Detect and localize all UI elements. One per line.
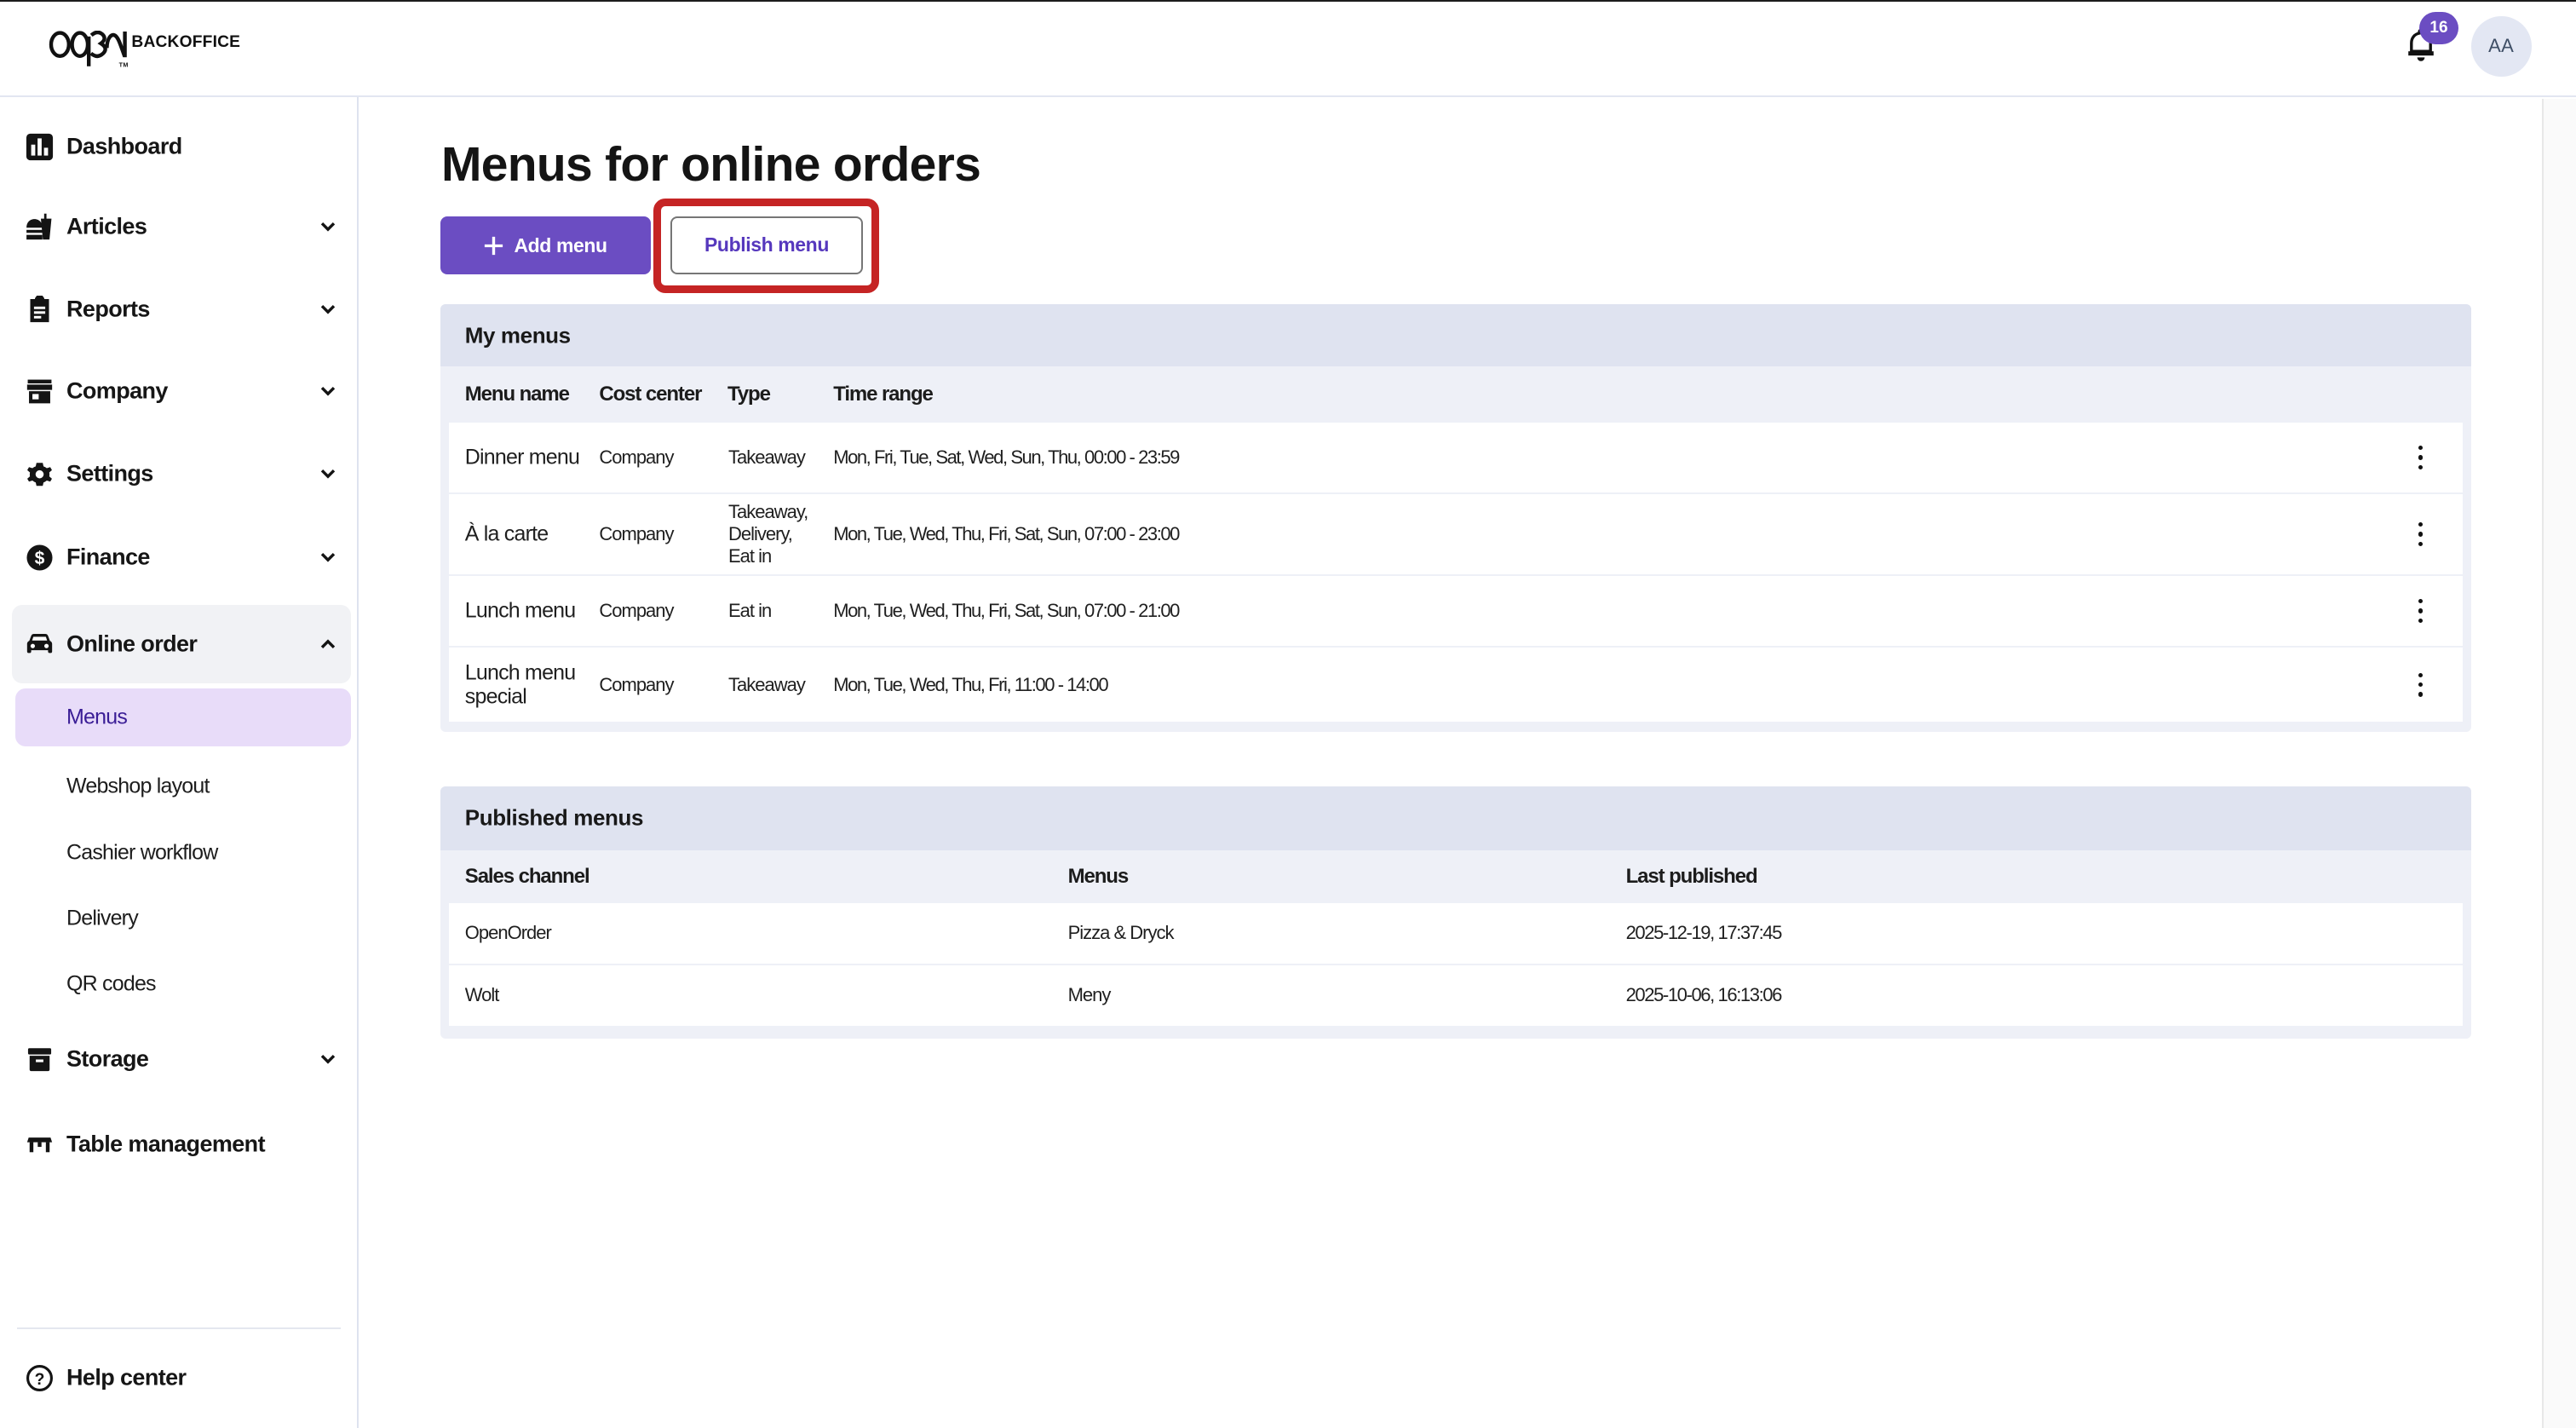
svg-text:TM: TM [119, 60, 129, 68]
svg-text:?: ? [35, 1370, 45, 1388]
svg-text:$: $ [35, 549, 45, 568]
